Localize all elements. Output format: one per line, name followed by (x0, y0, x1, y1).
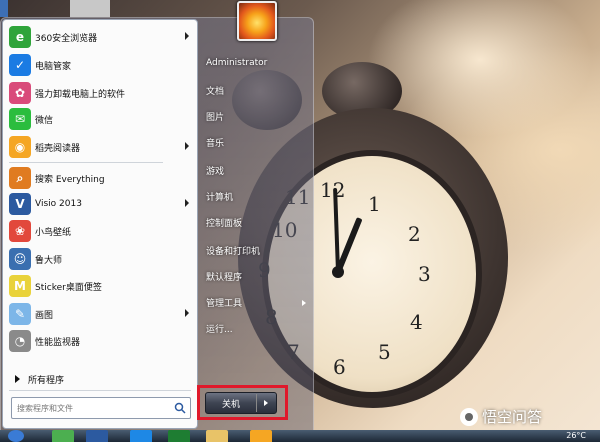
program-label: 360安全浏览器 (35, 33, 98, 44)
program-label: 搜索 Everything (35, 174, 105, 185)
program-item[interactable]: ⌕ 搜索 Everything (3, 165, 197, 191)
submenu-arrow-icon (185, 199, 189, 207)
program-label: 画图 (35, 310, 54, 321)
ludashi-icon: ☺ (9, 248, 31, 270)
watermark: 悟空问答 (460, 406, 542, 427)
places-item[interactable]: 文档 (206, 84, 224, 97)
program-label: 小鸟壁纸 (35, 227, 72, 238)
docer-reader-icon: ◉ (9, 136, 31, 158)
uninstaller-icon: ✿ (9, 82, 31, 104)
program-item[interactable]: e 360安全浏览器 (3, 24, 197, 50)
clock-numeral: 5 (378, 340, 391, 364)
submenu-arrow-icon (185, 32, 189, 40)
taskbar-app-icon[interactable] (250, 430, 272, 442)
taskbar-temperature: 26°C (566, 431, 586, 440)
places-item[interactable]: 管理工具 (206, 296, 242, 309)
search-input[interactable]: 搜索程序和文件 (11, 397, 191, 419)
program-item[interactable]: ✎ 画图 (3, 301, 197, 327)
360-browser-icon: e (9, 26, 31, 48)
program-label: 鲁大师 (35, 255, 63, 266)
taskbar-folder-icon[interactable] (206, 430, 228, 442)
program-label: 稻壳阅读器 (35, 143, 81, 154)
program-item[interactable]: ✿ 强力卸载电脑上的软件 (3, 80, 197, 106)
search-icon[interactable] (174, 402, 186, 414)
program-item[interactable]: ◉ 稻壳阅读器 (3, 134, 197, 160)
bird-wallpaper-icon: ❀ (9, 220, 31, 242)
separator (9, 390, 191, 391)
program-item[interactable]: V Visio 2013 (3, 191, 197, 217)
wechat-icon: ✉ (9, 108, 31, 130)
everything-search-icon: ⌕ (9, 167, 31, 189)
red-highlight-box (197, 385, 288, 420)
program-item[interactable]: ✓ 电脑管家 (3, 52, 197, 78)
clock-numeral: 4 (410, 310, 423, 334)
clock-center-cap (332, 266, 344, 278)
program-label: 性能监视器 (35, 337, 81, 348)
taskbar-excel-icon[interactable] (168, 430, 190, 442)
wukong-logo-icon (460, 407, 478, 426)
places-item[interactable]: Administrator (206, 58, 267, 68)
paint-icon: ✎ (9, 303, 31, 325)
program-label: 电脑管家 (35, 61, 72, 72)
submenu-arrow-icon (302, 300, 306, 306)
program-item[interactable]: ✉ 微信 (3, 106, 197, 132)
program-label: 强力卸载电脑上的软件 (35, 89, 126, 100)
places-item[interactable]: 运行... (206, 322, 233, 335)
taskbar-browser-icon[interactable] (52, 430, 74, 442)
visio-icon: V (9, 193, 31, 215)
taskbar-qq-icon[interactable] (130, 430, 152, 442)
taskbar-word-icon[interactable] (86, 430, 108, 442)
places-item[interactable]: 默认程序 (206, 270, 242, 283)
pc-manager-icon: ✓ (9, 54, 31, 76)
user-avatar-icon[interactable] (237, 1, 277, 41)
sticker-notes-icon: M (9, 275, 31, 297)
start-menu-programs-pane: e 360安全浏览器 ✓ 电脑管家 ✿ 强力卸载电脑上的软件 ✉ 微信 ◉ 稻壳阅读器 ⌕ 搜索 Ev… (2, 19, 198, 429)
places-item[interactable]: 控制面板 (206, 216, 242, 229)
all-programs-label: 所有程序 (28, 375, 65, 386)
program-label: Sticker桌面便签 (35, 282, 102, 293)
start-orb-icon[interactable] (8, 430, 24, 442)
clock-numeral: 3 (418, 262, 431, 286)
program-item[interactable]: ◔ 性能监视器 (3, 328, 197, 354)
places-item[interactable]: 游戏 (206, 164, 224, 177)
places-item[interactable]: 音乐 (206, 136, 224, 149)
clock-numeral: 6 (333, 355, 346, 379)
program-item[interactable]: M Sticker桌面便签 (3, 273, 197, 299)
program-label: 微信 (35, 115, 54, 126)
places-item[interactable]: 图片 (206, 110, 224, 123)
submenu-arrow-icon (185, 142, 189, 150)
search-placeholder: 搜索程序和文件 (17, 403, 73, 413)
places-item[interactable]: 计算机 (206, 190, 233, 203)
program-item[interactable]: ☺ 鲁大师 (3, 246, 197, 272)
triangle-right-icon (15, 375, 20, 383)
separator (9, 162, 163, 163)
watermark-text: 悟空问答 (482, 408, 543, 426)
desktop-icons-strip (0, 0, 110, 17)
clock-numeral: 2 (408, 222, 421, 246)
places-item[interactable]: 设备和打印机 (206, 244, 260, 257)
submenu-arrow-icon (185, 309, 189, 317)
program-label: Visio 2013 (35, 199, 82, 209)
performance-monitor-icon: ◔ (9, 330, 31, 352)
all-programs-item[interactable]: 所有程序 (3, 368, 197, 390)
program-item[interactable]: ❀ 小鸟壁纸 (3, 218, 197, 244)
clock-numeral: 1 (368, 192, 381, 216)
